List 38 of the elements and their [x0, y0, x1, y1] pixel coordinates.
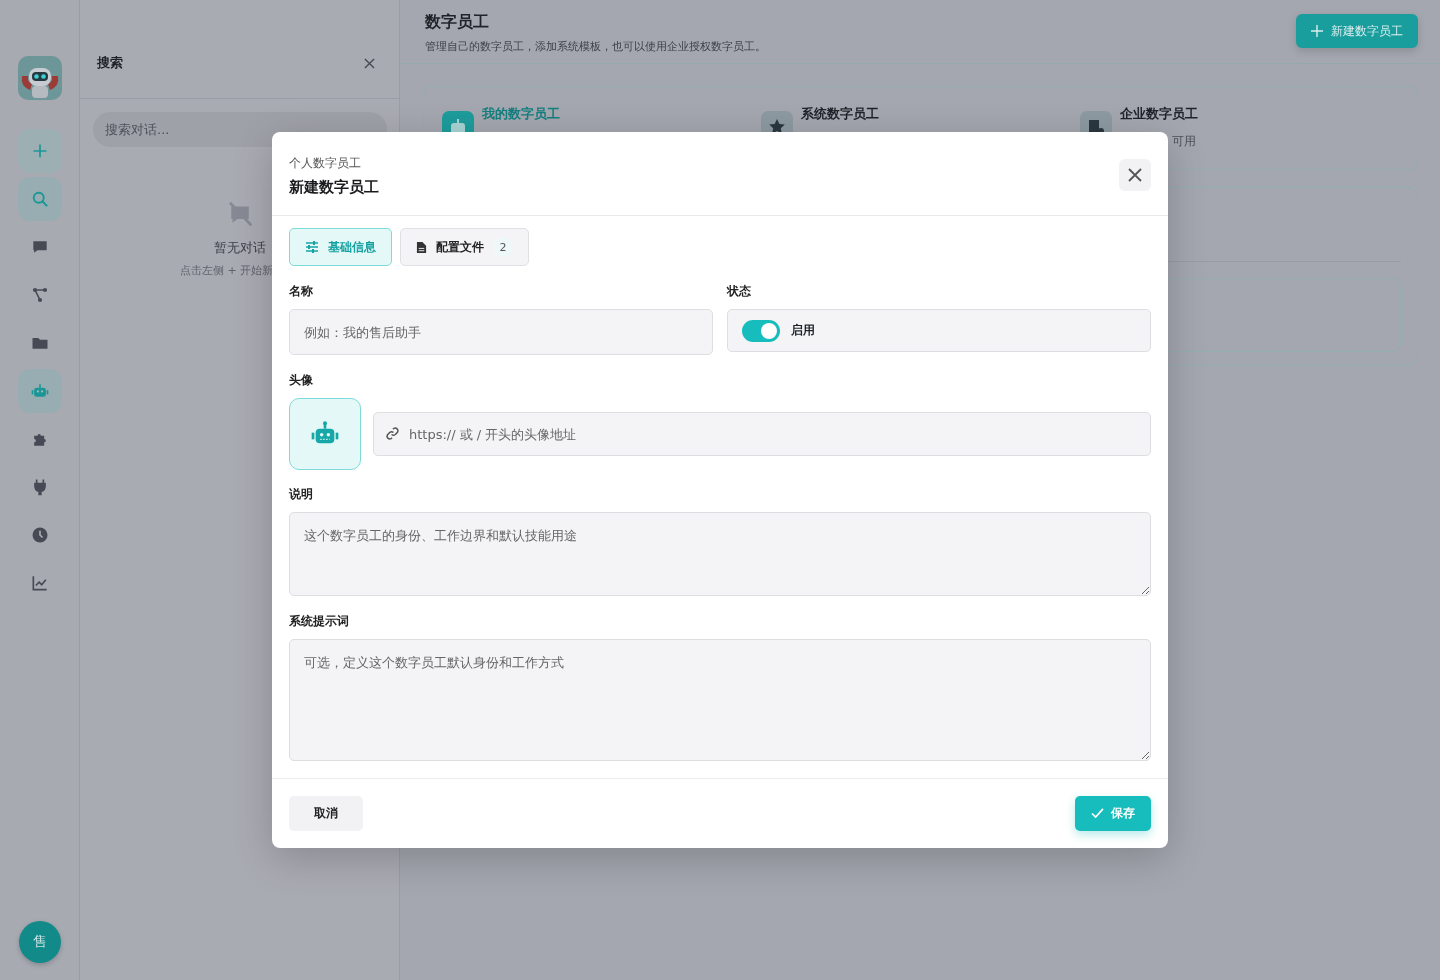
count-badge: 2: [493, 237, 513, 257]
document-icon: [416, 240, 427, 254]
panel-title: 搜索: [97, 54, 123, 72]
save-button[interactable]: 保存: [1075, 796, 1151, 831]
page-title: 数字员工: [425, 12, 490, 33]
description-field[interactable]: 这个数字员工的身份、工作边界和默认技能用途: [289, 512, 1151, 596]
empty-hint: 点击左侧 + 开始新: [180, 263, 274, 278]
sliders-icon: [305, 240, 319, 254]
tab[interactable]: 配置文件 2: [400, 228, 529, 266]
field-label: 系统提示词: [289, 612, 350, 630]
plus-icon: [1311, 25, 1323, 37]
category-description: 可用: [1172, 133, 1197, 150]
field-label: 名称: [289, 283, 314, 300]
system-prompt-field[interactable]: 可选，定义这个数字员工默认身份和工作方式: [289, 638, 1151, 761]
check-icon: [1091, 808, 1104, 819]
tab[interactable]: 基础信息: [289, 228, 392, 266]
status-toggle[interactable]: [742, 319, 780, 342]
category-label: 我的数字员工: [482, 105, 560, 123]
user-avatar[interactable]: 售: [18, 921, 61, 963]
category-label: 系统数字员工: [801, 105, 879, 123]
category-label: 企业数字员工: [1120, 105, 1198, 123]
empty-title: 暂无对话: [213, 239, 266, 257]
avatar-url-field[interactable]: https:// 或 / 开头的头像地址: [373, 412, 1151, 456]
page-subtitle: 管理自己的数字员工，添加系统模板，也可以使用企业授权数字员工。: [425, 39, 766, 54]
field-label: 头像: [289, 372, 314, 389]
dialog-eyebrow: 个人数字员工: [289, 155, 362, 172]
field-label: 状态: [727, 283, 752, 300]
field-label: 说明: [289, 486, 314, 503]
cancel-button[interactable]: 取消: [289, 796, 363, 831]
new-agent-button[interactable]: 新建数字员工: [1296, 14, 1418, 48]
close-button[interactable]: [1119, 159, 1151, 191]
dialog-title: 新建数字员工: [289, 178, 379, 197]
close-icon[interactable]: [364, 57, 375, 69]
avatar-preview[interactable]: [289, 398, 361, 470]
close-icon: [1128, 168, 1142, 182]
robot-logo-icon: [17, 56, 62, 100]
name-field[interactable]: 例如：我的售后助手: [289, 309, 713, 355]
status-text: 启用: [791, 322, 815, 339]
